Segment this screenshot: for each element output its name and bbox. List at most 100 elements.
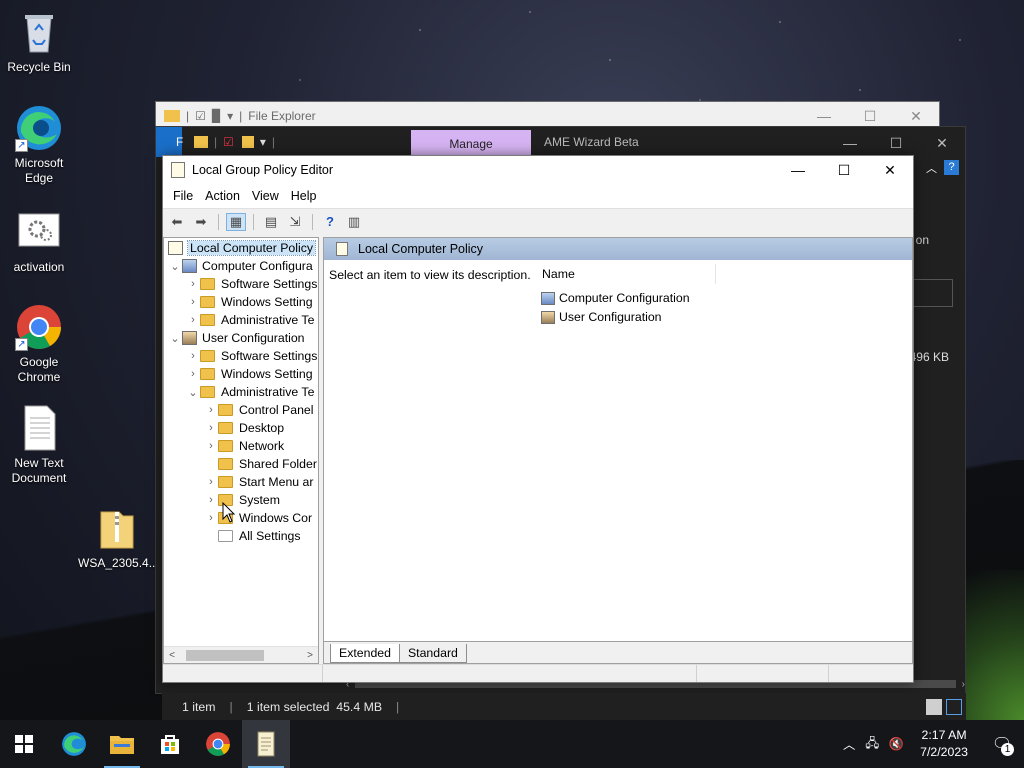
tree-node[interactable]: Shared Folder: [164, 455, 318, 473]
expanded-chevron-icon[interactable]: ⌄: [168, 260, 182, 273]
scroll-right-icon[interactable]: ›: [962, 679, 965, 690]
desktop-icon-recycle-bin[interactable]: Recycle Bin: [0, 8, 78, 75]
tree-node[interactable]: ⌄ Administrative Te: [164, 383, 318, 401]
file-ribbon-tab[interactable]: F: [156, 127, 183, 157]
tree-node[interactable]: ⌄ User Configuration: [164, 329, 318, 347]
properties-icon[interactable]: ☑: [223, 135, 234, 149]
policy-tree[interactable]: Local Computer Policy ⌄ Computer Configura…: [163, 237, 319, 664]
forward-arrow-icon[interactable]: ➡: [191, 213, 211, 231]
minimize-button[interactable]: —: [775, 156, 821, 184]
recycle-bin-icon: [15, 8, 63, 56]
tree-node-label: Software Settings: [221, 349, 318, 363]
desktop-icon-edge[interactable]: ↗ Microsoft Edge: [0, 104, 78, 186]
taskbar-store[interactable]: [146, 720, 194, 768]
tree-node[interactable]: › Software Settings: [164, 347, 318, 365]
folder-icon: [218, 404, 233, 416]
manage-tab[interactable]: Manage: [411, 130, 531, 157]
maximize-button[interactable]: ☐: [873, 129, 919, 157]
tree-node[interactable]: › Administrative Te: [164, 311, 318, 329]
menu-help[interactable]: Help: [285, 189, 323, 203]
checkbox-icon[interactable]: ☑: [195, 109, 206, 123]
show-action-pane-icon[interactable]: ▥: [344, 213, 364, 231]
collapsed-chevron-icon[interactable]: ›: [204, 422, 218, 434]
folder-icon: [200, 350, 215, 362]
properties-icon[interactable]: ▤: [261, 213, 281, 231]
notification-center-button[interactable]: 🗨 1: [980, 720, 1024, 768]
start-button[interactable]: [0, 720, 48, 768]
tree-hscrollbar[interactable]: < >: [164, 646, 318, 663]
maximize-button[interactable]: ☐: [821, 156, 867, 184]
collapsed-chevron-icon[interactable]: ›: [186, 368, 200, 380]
minimize-button[interactable]: —: [827, 129, 873, 157]
details-view-icon[interactable]: [926, 698, 942, 715]
user-icon: [182, 331, 197, 345]
collapsed-chevron-icon[interactable]: ›: [204, 440, 218, 452]
collapsed-chevron-icon[interactable]: ›: [204, 512, 218, 524]
tree-node[interactable]: › Start Menu ar: [164, 473, 318, 491]
tree-node[interactable]: › Network: [164, 437, 318, 455]
desktop-icon-chrome[interactable]: ↗ Google Chrome: [0, 303, 78, 385]
ribbon-collapse-chevron-icon[interactable]: ︿: [926, 160, 937, 176]
taskbar-chrome[interactable]: [194, 720, 242, 768]
expanded-chevron-icon[interactable]: ⌄: [168, 332, 182, 345]
tree-node[interactable]: › System: [164, 491, 318, 509]
document-icon[interactable]: ▉: [212, 109, 221, 123]
dropdown-icon[interactable]: ▾: [227, 109, 233, 123]
expanded-chevron-icon[interactable]: ⌄: [186, 386, 200, 399]
back-arrow-icon[interactable]: ⬅: [167, 213, 187, 231]
quick-access-separator: |: [186, 109, 190, 123]
tree-node-label: Start Menu ar: [239, 475, 314, 489]
tree-node[interactable]: › Windows Setting: [164, 365, 318, 383]
tree-node[interactable]: › Desktop: [164, 419, 318, 437]
tree-node[interactable]: › Windows Cor: [164, 509, 318, 527]
collapsed-chevron-icon[interactable]: ›: [204, 494, 218, 506]
collapsed-chevron-icon[interactable]: ›: [204, 476, 218, 488]
tab-standard[interactable]: Standard: [398, 644, 467, 663]
group-policy-editor-window[interactable]: Local Group Policy Editor — ☐ ✕ File Act…: [162, 155, 914, 683]
scroll-right-icon[interactable]: >: [302, 650, 318, 661]
tree-hscroll-thumb[interactable]: [186, 649, 264, 661]
list-item-computer-configuration[interactable]: Computer Configuration: [541, 289, 690, 307]
edge-icon: [62, 732, 86, 756]
help-icon[interactable]: ?: [320, 213, 340, 231]
taskbar-file-explorer[interactable]: [98, 720, 146, 768]
tree-node[interactable]: › Control Panel: [164, 401, 318, 419]
large-icons-view-icon[interactable]: [946, 698, 962, 715]
dropdown-icon[interactable]: ▾: [260, 135, 266, 149]
tab-extended[interactable]: Extended: [330, 644, 400, 663]
tree-node[interactable]: › Windows Setting: [164, 293, 318, 311]
show-hidden-icons-chevron-icon[interactable]: ︿: [838, 735, 860, 753]
tree-node[interactable]: All Settings: [164, 527, 318, 545]
collapsed-chevron-icon[interactable]: ›: [186, 350, 200, 362]
notification-count-badge: 1: [1001, 743, 1014, 756]
list-item-user-configuration[interactable]: User Configuration: [541, 308, 662, 326]
tree-node[interactable]: Local Computer Policy: [164, 239, 318, 257]
menu-file[interactable]: File: [167, 189, 199, 203]
taskbar-group-policy-editor[interactable]: [242, 720, 290, 768]
collapsed-chevron-icon[interactable]: ›: [186, 278, 200, 290]
desktop-icon-wsa-zip[interactable]: WSA_2305.4...: [78, 504, 159, 571]
network-icon[interactable]: 🖧: [860, 734, 884, 755]
collapsed-chevron-icon[interactable]: ›: [186, 296, 200, 308]
clock[interactable]: 2:17 AM 7/2/2023: [908, 727, 980, 761]
search-box[interactable]: [913, 279, 953, 307]
desktop-icon-activation[interactable]: activation: [0, 208, 78, 275]
help-icon[interactable]: ?: [944, 160, 959, 175]
clock-date: 7/2/2023: [920, 745, 968, 759]
scroll-left-icon[interactable]: <: [164, 650, 180, 661]
show-hide-tree-icon[interactable]: ▦: [226, 212, 246, 231]
collapsed-chevron-icon[interactable]: ›: [186, 314, 200, 326]
close-button[interactable]: ✕: [919, 129, 965, 157]
desktop-icon-new-text-document[interactable]: New Text Document: [0, 404, 78, 486]
menu-view[interactable]: View: [246, 189, 285, 203]
collapsed-chevron-icon[interactable]: ›: [204, 404, 218, 416]
volume-muted-icon[interactable]: 🔇: [884, 737, 908, 752]
taskbar-edge[interactable]: [50, 720, 98, 768]
close-button[interactable]: ✕: [867, 156, 913, 184]
tree-node[interactable]: ⌄ Computer Configura: [164, 257, 318, 275]
column-header-name[interactable]: Name: [541, 264, 716, 284]
tree-node-label: Shared Folder: [239, 457, 317, 471]
export-list-icon[interactable]: ⇲: [285, 213, 305, 231]
tree-node[interactable]: › Software Settings: [164, 275, 318, 293]
menu-action[interactable]: Action: [199, 189, 246, 203]
